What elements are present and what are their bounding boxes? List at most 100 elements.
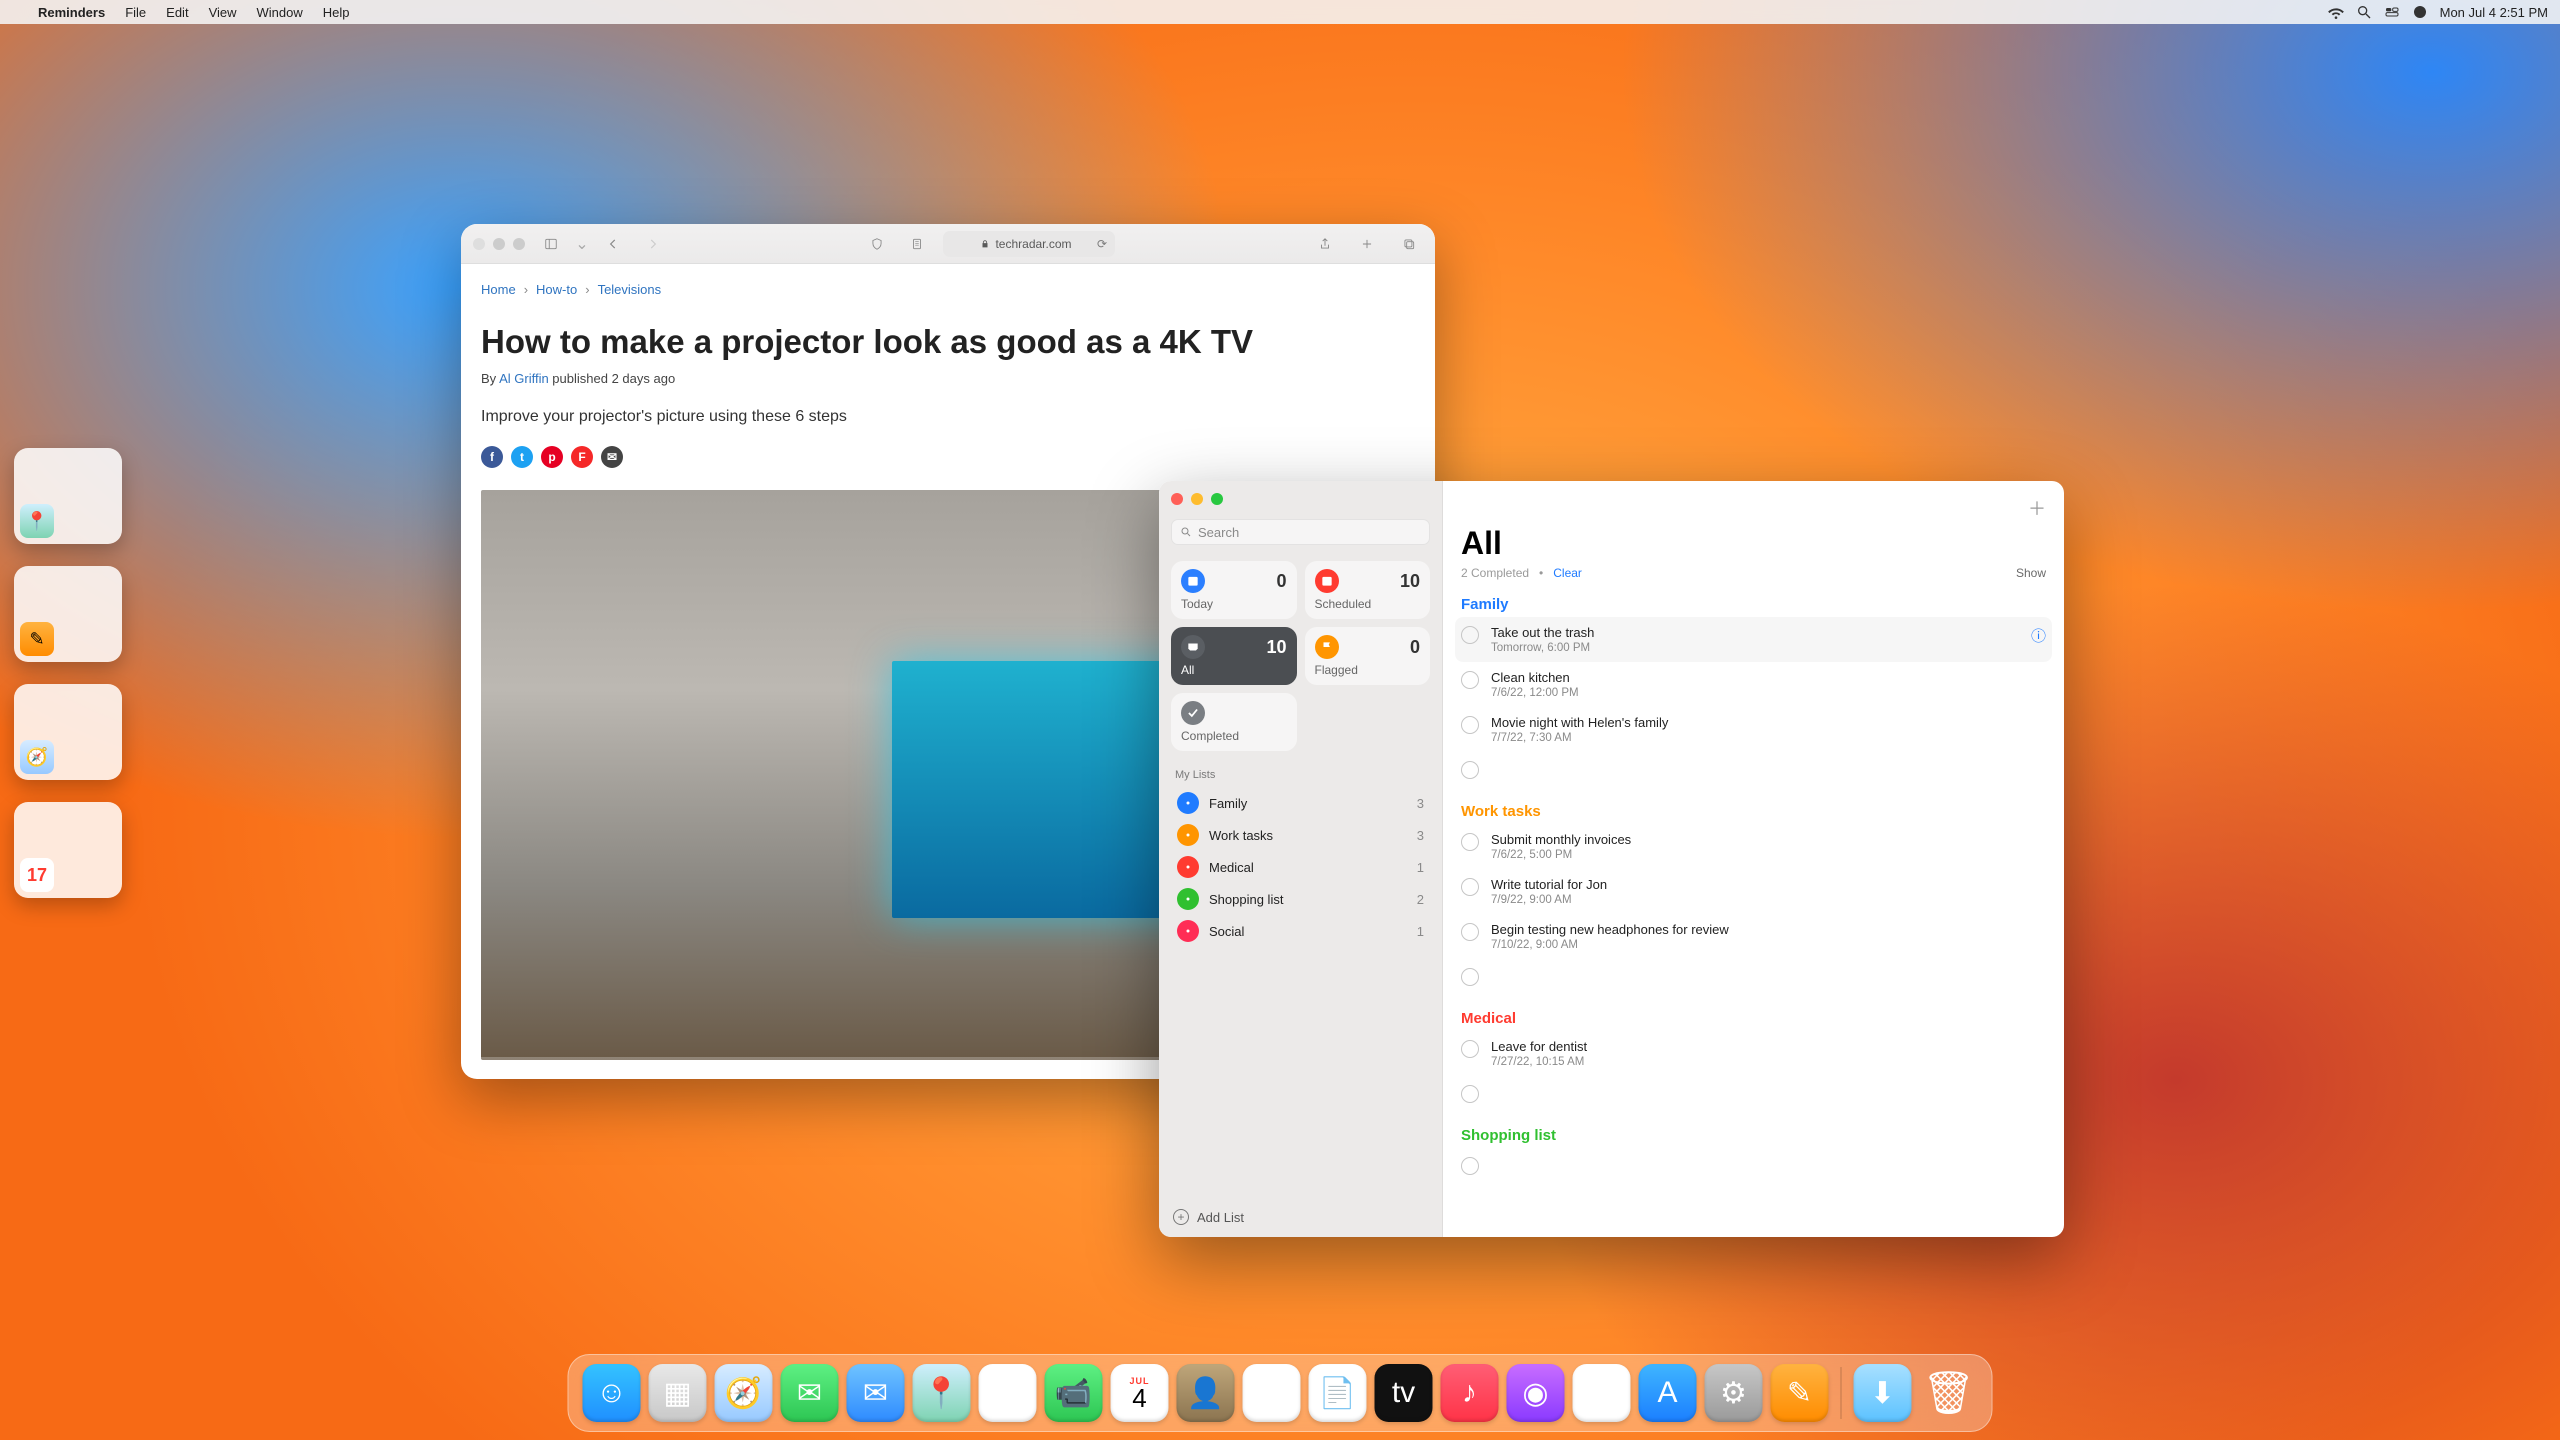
task-row[interactable]: Write tutorial for Jon7/9/22, 9:00 AM <box>1461 869 2046 914</box>
crumb-home[interactable]: Home <box>481 282 516 297</box>
dock-calendar[interactable]: JUL4 <box>1111 1364 1169 1422</box>
minimize-button[interactable] <box>493 238 505 250</box>
sidebar-toggle-icon[interactable] <box>537 232 565 256</box>
menu-view[interactable]: View <box>199 5 247 20</box>
share-email-icon[interactable]: ✉ <box>601 446 623 468</box>
task-checkbox[interactable] <box>1461 878 1479 896</box>
address-bar[interactable]: techradar.com ⟳ <box>943 231 1115 257</box>
dock-finder[interactable]: ☺ <box>583 1364 641 1422</box>
clear-button[interactable]: Clear <box>1553 566 1582 580</box>
dock-reminders[interactable]: ≣ <box>1243 1364 1301 1422</box>
task-checkbox[interactable] <box>1461 716 1479 734</box>
dock-settings[interactable]: ⚙ <box>1705 1364 1763 1422</box>
reload-icon[interactable]: ⟳ <box>1097 237 1107 251</box>
wifi-icon[interactable] <box>2322 4 2350 20</box>
task-checkbox[interactable] <box>1461 833 1479 851</box>
task-row[interactable]: Begin testing new headphones for review7… <box>1461 914 2046 959</box>
chevron-down-icon[interactable]: ⌄ <box>577 232 587 256</box>
dock-news[interactable]: N <box>1573 1364 1631 1422</box>
new-task-placeholder[interactable] <box>1461 1076 2046 1111</box>
crumb-howto[interactable]: How-to <box>536 282 577 297</box>
stage-thumb-safari[interactable]: 🧭 <box>14 684 122 780</box>
add-reminder-button[interactable]: ＋ <box>2028 495 2046 521</box>
list-shopping-list[interactable]: Shopping list2 <box>1171 883 1430 915</box>
dock-tv[interactable]: tv <box>1375 1364 1433 1422</box>
maximize-button[interactable] <box>513 238 525 250</box>
list-family[interactable]: Family3 <box>1171 787 1430 819</box>
share-facebook-icon[interactable]: f <box>481 446 503 468</box>
task-checkbox[interactable] <box>1461 1157 1479 1175</box>
control-center-icon[interactable] <box>2378 4 2406 20</box>
task-row[interactable]: Movie night with Helen's family7/7/22, 7… <box>1461 707 2046 752</box>
siri-icon[interactable] <box>2406 4 2434 20</box>
new-task-placeholder[interactable] <box>1461 959 2046 994</box>
search-input[interactable]: Search <box>1171 519 1430 545</box>
task-checkbox[interactable] <box>1461 671 1479 689</box>
show-button[interactable]: Show <box>2016 566 2046 580</box>
dock-maps[interactable]: 📍 <box>913 1364 971 1422</box>
share-icon[interactable] <box>1311 232 1339 256</box>
dock-music[interactable]: ♪ <box>1441 1364 1499 1422</box>
close-button[interactable] <box>1171 493 1183 505</box>
card-completed[interactable]: Completed <box>1171 693 1297 751</box>
menu-edit[interactable]: Edit <box>156 5 198 20</box>
dock-contacts[interactable]: 👤 <box>1177 1364 1235 1422</box>
share-flipboard-icon[interactable]: F <box>571 446 593 468</box>
dock-pages[interactable]: ✎ <box>1771 1364 1829 1422</box>
task-row[interactable]: Submit monthly invoices7/6/22, 5:00 PM <box>1461 824 2046 869</box>
card-scheduled[interactable]: 10 Scheduled <box>1305 561 1431 619</box>
list-work-tasks[interactable]: Work tasks3 <box>1171 819 1430 851</box>
menu-file[interactable]: File <box>115 5 156 20</box>
card-today[interactable]: 0 Today <box>1171 561 1297 619</box>
new-task-placeholder[interactable] <box>1461 752 2046 787</box>
app-name[interactable]: Reminders <box>28 5 115 20</box>
crumb-tv[interactable]: Televisions <box>598 282 662 297</box>
list-medical[interactable]: Medical1 <box>1171 851 1430 883</box>
task-checkbox[interactable] <box>1461 626 1479 644</box>
shield-icon[interactable] <box>863 232 891 256</box>
dock-photos[interactable]: ✿ <box>979 1364 1037 1422</box>
new-tab-icon[interactable] <box>1353 232 1381 256</box>
spotlight-icon[interactable] <box>2350 4 2378 20</box>
dock-podcasts[interactable]: ◉ <box>1507 1364 1565 1422</box>
menu-window[interactable]: Window <box>247 5 313 20</box>
stage-thumb-calendar[interactable]: 17 <box>14 802 122 898</box>
dock-appstore[interactable]: A <box>1639 1364 1697 1422</box>
forward-button[interactable] <box>639 232 667 256</box>
card-flagged[interactable]: 0 Flagged <box>1305 627 1431 685</box>
task-checkbox[interactable] <box>1461 1040 1479 1058</box>
task-checkbox[interactable] <box>1461 761 1479 779</box>
dock-downloads[interactable]: ⬇ <box>1854 1364 1912 1422</box>
minimize-button[interactable] <box>1191 493 1203 505</box>
task-checkbox[interactable] <box>1461 968 1479 986</box>
task-row[interactable]: Leave for dentist7/27/22, 10:15 AM <box>1461 1031 2046 1076</box>
card-all[interactable]: 10 All <box>1171 627 1297 685</box>
reader-icon[interactable] <box>903 232 931 256</box>
stage-thumb-pages[interactable]: ✎ <box>14 566 122 662</box>
dock-facetime[interactable]: 📹 <box>1045 1364 1103 1422</box>
dock-messages[interactable]: ✉ <box>781 1364 839 1422</box>
share-pinterest-icon[interactable]: p <box>541 446 563 468</box>
maximize-button[interactable] <box>1211 493 1223 505</box>
task-checkbox[interactable] <box>1461 1085 1479 1103</box>
dock-notes[interactable]: 📄 <box>1309 1364 1367 1422</box>
reminders-window[interactable]: Search 0 Today 10 Scheduled 10 All 0 Fla… <box>1159 481 2064 1237</box>
dock-trash[interactable]: 🗑 <box>1920 1364 1978 1422</box>
dock-safari[interactable]: 🧭 <box>715 1364 773 1422</box>
stage-thumb-maps[interactable]: 📍 <box>14 448 122 544</box>
menu-help[interactable]: Help <box>313 5 360 20</box>
tabs-icon[interactable] <box>1395 232 1423 256</box>
datetime[interactable]: Mon Jul 4 2:51 PM <box>2434 5 2560 20</box>
task-row[interactable]: Take out the trashTomorrow, 6:00 PMⓘ <box>1461 617 2046 662</box>
new-task-placeholder[interactable] <box>1461 1148 2046 1183</box>
back-button[interactable] <box>599 232 627 256</box>
task-checkbox[interactable] <box>1461 923 1479 941</box>
info-icon[interactable]: ⓘ <box>2031 625 2046 646</box>
dock-mail[interactable]: ✉ <box>847 1364 905 1422</box>
dock-launchpad[interactable]: ▦ <box>649 1364 707 1422</box>
task-row[interactable]: Clean kitchen7/6/22, 12:00 PM <box>1461 662 2046 707</box>
close-button[interactable] <box>473 238 485 250</box>
list-social[interactable]: Social1 <box>1171 915 1430 947</box>
share-twitter-icon[interactable]: t <box>511 446 533 468</box>
add-list-button[interactable]: + Add List <box>1171 1203 1430 1227</box>
